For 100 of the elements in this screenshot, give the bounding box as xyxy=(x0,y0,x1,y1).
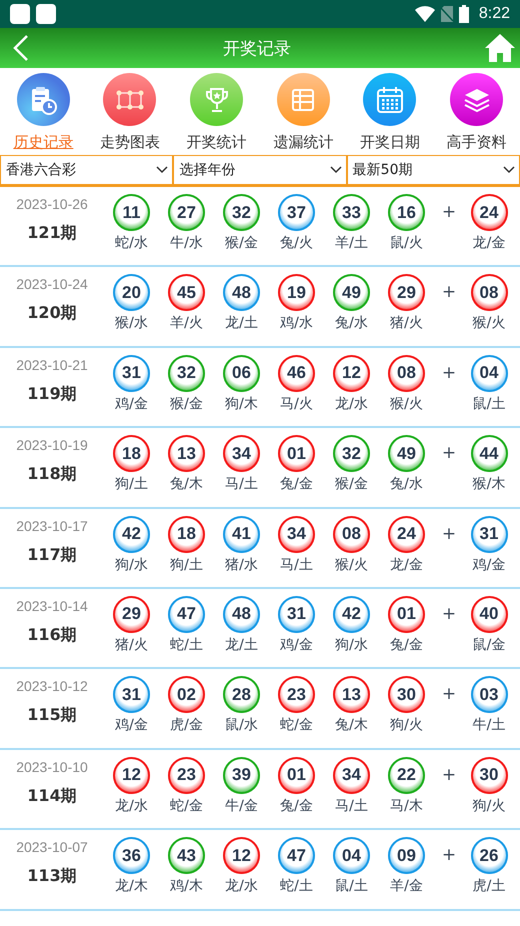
nav-tab[interactable]: 开奖统计 xyxy=(173,73,260,152)
lottery-ball: 13 xyxy=(333,676,370,714)
home-button[interactable] xyxy=(484,32,516,64)
zodiac-label: 狗/土 xyxy=(170,556,203,574)
lottery-ball: 30 xyxy=(470,756,508,794)
lottery-ball: 12 xyxy=(113,756,150,794)
zodiac-label: 猴/金 xyxy=(335,475,368,494)
dropdown-select[interactable]: 选择年份 xyxy=(173,155,347,185)
lottery-ball: 16 xyxy=(388,194,425,231)
issue-number: 121期 xyxy=(27,223,77,244)
lottery-ball: 31 xyxy=(470,516,508,553)
issue-number: 113期 xyxy=(27,866,77,888)
lottery-ball: 46 xyxy=(278,354,315,392)
lottery-ball: 48 xyxy=(223,274,260,312)
dropdown-select[interactable]: 最新50期 xyxy=(346,155,520,185)
lottery-ball: 06 xyxy=(223,354,260,392)
plus-sign: + xyxy=(440,844,458,866)
zodiac-label: 兔/金 xyxy=(280,475,313,494)
dropdown-select[interactable]: 香港六合彩 xyxy=(0,155,174,185)
lottery-ball: 22 xyxy=(388,756,425,794)
issue-number: 114期 xyxy=(27,786,77,807)
lottery-ball: 49 xyxy=(388,435,425,472)
zodiac-label: 蛇/水 xyxy=(115,234,148,252)
zodiac-label: 虎/土 xyxy=(472,877,506,896)
zodiac-label: 兔/金 xyxy=(280,796,313,815)
nav-tab[interactable]: 遗漏统计 xyxy=(260,73,347,152)
lottery-ball: 03 xyxy=(470,676,508,714)
lottery-ball: 01 xyxy=(278,435,315,472)
notification-icon xyxy=(10,4,30,24)
zodiac-label: 蛇/金 xyxy=(170,796,203,815)
zodiac-label: 猴/水 xyxy=(115,314,148,332)
lottery-ball: 04 xyxy=(470,354,508,392)
zodiac-label: 牛/土 xyxy=(472,716,506,734)
zodiac-label: 马/土 xyxy=(225,475,258,494)
lottery-ball: 39 xyxy=(223,756,260,794)
zodiac-label: 鸡/金 xyxy=(115,716,148,734)
zodiac-label: 蛇/土 xyxy=(280,877,313,896)
zodiac-label: 羊/土 xyxy=(335,234,368,252)
lottery-ball: 23 xyxy=(168,756,205,794)
draw-date: 2023-10-14 xyxy=(16,598,88,614)
lottery-ball: 02 xyxy=(168,676,205,714)
lottery-ball: 23 xyxy=(278,676,315,714)
lottery-ball: 41 xyxy=(223,516,260,553)
zodiac-label: 羊/金 xyxy=(390,877,423,896)
lottery-ball: 08 xyxy=(470,274,508,312)
zodiac-label: 牛/金 xyxy=(225,796,258,815)
zodiac-label: 兔/水 xyxy=(390,475,423,494)
back-button[interactable] xyxy=(12,34,30,62)
issue-number: 118期 xyxy=(27,464,77,486)
dot-grid-icon xyxy=(116,88,144,110)
zodiac-label: 鸡/金 xyxy=(472,556,506,574)
plus-sign: + xyxy=(440,281,458,302)
lottery-ball: 29 xyxy=(388,274,425,312)
zodiac-label: 蛇/土 xyxy=(170,636,203,654)
lottery-ball: 13 xyxy=(168,435,205,472)
lottery-ball: 30 xyxy=(388,676,425,714)
lottery-ball: 09 xyxy=(388,837,425,874)
issue-number: 116期 xyxy=(27,624,77,646)
lottery-ball: 18 xyxy=(113,435,150,472)
battery-icon xyxy=(458,5,469,23)
zodiac-label: 狗/木 xyxy=(225,394,258,413)
zodiac-label: 鼠/火 xyxy=(390,234,423,252)
issue-number: 120期 xyxy=(27,303,77,324)
plus-sign: + xyxy=(440,201,458,222)
zodiac-label: 狗/火 xyxy=(472,796,506,815)
nav-tab[interactable]: 走势图表 xyxy=(86,73,174,152)
plus-sign: + xyxy=(440,442,458,464)
nav-tab[interactable]: 高手资料 xyxy=(433,73,520,152)
lottery-ball: 01 xyxy=(278,756,315,794)
zodiac-label: 猴/金 xyxy=(170,394,203,413)
zodiac-label: 虎/金 xyxy=(170,716,203,734)
issue-number: 117期 xyxy=(27,544,77,566)
lottery-ball: 45 xyxy=(168,274,205,312)
zodiac-label: 龙/金 xyxy=(472,234,506,252)
lottery-ball: 04 xyxy=(333,837,370,874)
lottery-ball: 34 xyxy=(278,516,315,553)
zodiac-label: 兔/木 xyxy=(170,475,203,494)
zodiac-label: 鸡/金 xyxy=(115,394,148,413)
zodiac-label: 兔/水 xyxy=(335,314,368,332)
notification-icon xyxy=(36,4,56,24)
zodiac-label: 狗/土 xyxy=(115,475,148,494)
lottery-ball: 31 xyxy=(113,676,150,714)
zodiac-label: 猪/水 xyxy=(225,556,258,574)
zodiac-label: 牛/水 xyxy=(170,234,203,252)
zodiac-label: 鼠/水 xyxy=(225,716,258,734)
lottery-ball: 48 xyxy=(223,596,260,633)
zodiac-label: 猴/金 xyxy=(225,234,258,252)
chevron-down-icon xyxy=(330,166,342,174)
chevron-down-icon xyxy=(502,166,515,174)
lottery-ball: 36 xyxy=(113,837,150,874)
issue-number: 119期 xyxy=(27,384,77,405)
draw-date: 2023-10-21 xyxy=(16,356,88,373)
zodiac-label: 马/木 xyxy=(390,796,423,815)
draw-date: 2023-10-24 xyxy=(16,276,88,292)
trophy-icon xyxy=(204,86,230,114)
lottery-ball: 29 xyxy=(113,596,150,633)
lottery-ball: 47 xyxy=(168,596,205,633)
nav-tab[interactable]: 开奖日期 xyxy=(346,73,434,152)
lottery-ball: 24 xyxy=(388,516,425,553)
lottery-ball: 37 xyxy=(278,194,315,231)
